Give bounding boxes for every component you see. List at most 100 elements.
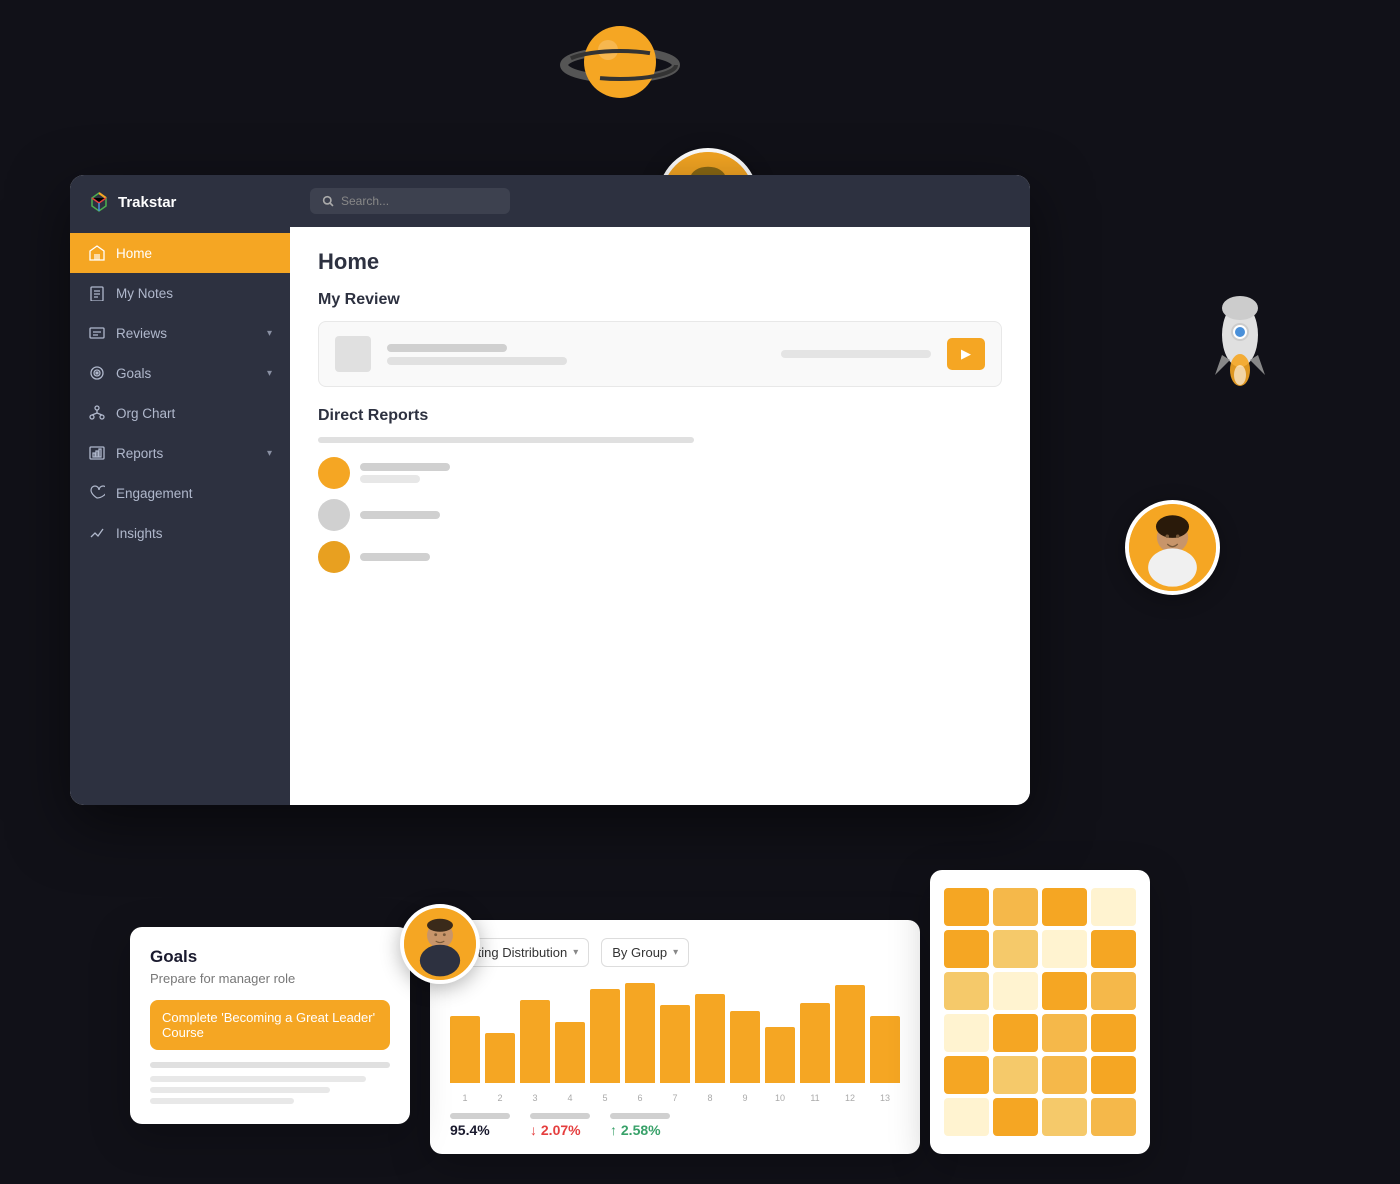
goals-lines [150, 1076, 390, 1104]
by-group-card [930, 870, 1150, 1154]
review-thumbnail [335, 336, 371, 372]
search-box[interactable]: Search... [310, 188, 510, 214]
dr-avatar-1 [318, 457, 350, 489]
chart-bar [520, 1000, 550, 1083]
stat-group-3: ↑ 2.58% [610, 1113, 670, 1138]
dr-name-2 [360, 511, 440, 519]
stat-value-1: 95.4% [450, 1122, 510, 1138]
planet-decoration [560, 10, 680, 110]
sidebar-item-insights-label: Insights [116, 526, 163, 541]
chart-bar [765, 1027, 795, 1083]
dr-role-1 [360, 475, 420, 483]
heatmap-cell [993, 888, 1038, 926]
browser-window: Trakstar Home My Notes Reviews ▾ [70, 175, 1030, 805]
sidebar-item-reports[interactable]: Reports ▾ [70, 433, 290, 473]
goals-card: Goals Prepare for manager role Complete … [130, 927, 410, 1124]
goals-line-1 [150, 1076, 366, 1082]
sidebar-item-reviews-label: Reviews [116, 326, 167, 341]
chart-bar [660, 1005, 690, 1083]
goals-icon [88, 364, 106, 382]
avatar-man [400, 904, 480, 984]
rating-dropdown-chevron: ▾ [573, 947, 578, 958]
rating-stats: 95.4% ↓ 2.07% ↑ 2.58% [450, 1113, 900, 1138]
goals-card-title: Goals [150, 947, 390, 967]
heatmap-cell [1091, 1014, 1136, 1052]
direct-report-2 [318, 499, 1002, 531]
by-group-dropdown[interactable]: By Group ▾ [601, 938, 689, 967]
heatmap-cell [993, 1056, 1038, 1094]
heatmap-cell [1042, 1056, 1087, 1094]
review-button[interactable]: ▶ [947, 338, 985, 370]
reviews-icon [88, 324, 106, 342]
heatmap-cell [993, 1014, 1038, 1052]
insights-icon [88, 524, 106, 542]
review-text-3 [781, 350, 931, 358]
sidebar-nav: Home My Notes Reviews ▾ Goals ▾ [70, 229, 290, 805]
sidebar: Trakstar Home My Notes Reviews ▾ [70, 175, 290, 805]
app-name: Trakstar [118, 194, 176, 211]
review-text-group [387, 344, 765, 365]
main-content: Home My Review ▶ Direct Reports [290, 227, 1030, 805]
dr-avatar-3 [318, 541, 350, 573]
chart-x-labels: 1 2 3 4 5 6 7 8 9 10 11 12 13 [450, 1093, 900, 1103]
heatmap-cell [993, 930, 1038, 968]
heatmap-grid [944, 888, 1136, 1136]
heatmap-cell [944, 1056, 989, 1094]
sidebar-item-goals[interactable]: Goals ▾ [70, 353, 290, 393]
stat-label-3 [610, 1113, 670, 1119]
goals-task-label: Complete 'Becoming a Great Leader' Cours… [162, 1010, 375, 1040]
reports-chevron: ▾ [267, 448, 272, 459]
sidebar-item-reviews[interactable]: Reviews ▾ [70, 313, 290, 353]
chart-bar [800, 1003, 830, 1083]
goals-chevron: ▾ [267, 368, 272, 379]
heatmap-cell [1042, 1098, 1087, 1136]
home-icon [88, 244, 106, 262]
chart-bar [870, 1016, 900, 1083]
chart-bar [695, 994, 725, 1083]
goals-card-subtitle: Prepare for manager role [150, 971, 390, 986]
reports-icon [88, 444, 106, 462]
heatmap-cell [1091, 1056, 1136, 1094]
stat-label-1 [450, 1113, 510, 1119]
sidebar-item-home[interactable]: Home [70, 233, 290, 273]
heatmap-cell [1042, 1014, 1087, 1052]
sidebar-item-org-chart-label: Org Chart [116, 406, 175, 421]
dr-text-3 [360, 553, 430, 561]
dr-name-1 [360, 463, 450, 471]
heatmap-cell [1091, 972, 1136, 1010]
sidebar-item-my-notes[interactable]: My Notes [70, 273, 290, 313]
heatmap-cell [1042, 888, 1087, 926]
stat-group-1: 95.4% [450, 1113, 510, 1138]
avatar-woman2 [1125, 500, 1220, 595]
search-icon [322, 195, 335, 208]
goals-task-card[interactable]: Complete 'Becoming a Great Leader' Cours… [150, 1000, 390, 1050]
heatmap-cell [1091, 930, 1136, 968]
review-button-icon: ▶ [961, 346, 971, 362]
heatmap-cell [1042, 972, 1087, 1010]
sidebar-item-goals-label: Goals [116, 366, 151, 381]
by-group-chevron: ▾ [673, 947, 678, 958]
stat-label-2 [530, 1113, 590, 1119]
sidebar-item-reports-label: Reports [116, 446, 163, 461]
goals-line-2 [150, 1087, 330, 1093]
chart-bar [555, 1022, 585, 1083]
reviews-chevron: ▾ [267, 328, 272, 339]
heatmap-cell [993, 1098, 1038, 1136]
chart-bar [450, 1016, 480, 1083]
heatmap-cell [944, 930, 989, 968]
stat-group-2: ↓ 2.07% [530, 1113, 590, 1138]
header-bar: Search... [290, 175, 1030, 227]
chart-bar [835, 985, 865, 1083]
heatmap-cell [1042, 930, 1087, 968]
sidebar-item-insights[interactable]: Insights [70, 513, 290, 553]
rocket-decoration [1190, 290, 1290, 400]
sidebar-item-org-chart[interactable]: Org Chart [70, 393, 290, 433]
sidebar-item-engagement[interactable]: Engagement [70, 473, 290, 513]
direct-reports-title: Direct Reports [318, 407, 1002, 425]
page-title: Home [290, 227, 1030, 291]
heatmap-cell [944, 1014, 989, 1052]
content-area: My Review ▶ Direct Reports [290, 291, 1030, 573]
chart-bar [730, 1011, 760, 1083]
sidebar-item-my-notes-label: My Notes [116, 286, 173, 301]
goals-progress-bar [150, 1062, 390, 1068]
